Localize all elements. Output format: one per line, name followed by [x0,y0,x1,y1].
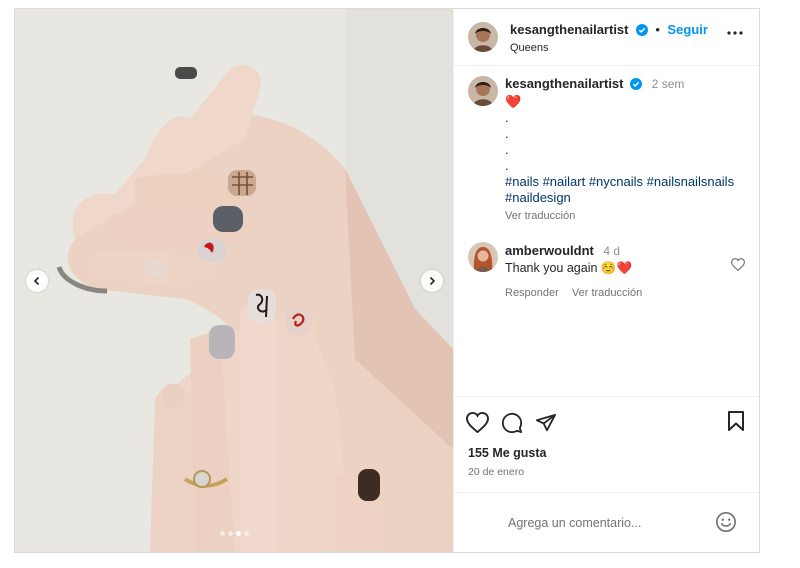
caption-emoji: ❤️ [505,94,522,109]
comment-reply-button[interactable]: Responder [505,287,559,299]
author-avatar[interactable] [468,22,498,52]
comment-icon [501,412,523,433]
caption-translate-link[interactable]: Ver traducción [505,208,745,224]
comment-input[interactable] [508,515,708,530]
chevron-left-icon [33,276,40,286]
comment-time[interactable]: 4 d [603,244,620,258]
follow-button[interactable]: Seguir [667,22,707,37]
separator: • [655,21,660,37]
carousel-prev-button[interactable] [26,270,48,292]
comment-text: Thank you again ☺️❤️ [505,261,633,275]
author-username[interactable]: kesangthenailartist [510,22,629,37]
share-button[interactable] [535,413,557,433]
post-actions [454,396,759,448]
caption-dot: . [505,142,509,157]
caption-dot: . [505,158,509,173]
post-side-panel: kesangthenailartist • Seguir Queens kesa… [453,9,759,552]
carousel-dot [243,531,249,536]
add-comment-bar [454,492,759,552]
caption-hashtags[interactable]: #nails #nailart #nycnails #nailsnailsnai… [505,174,745,206]
comment-translate-link[interactable]: Ver traducción [572,287,642,299]
carousel-dot [219,531,225,536]
post-location[interactable]: Queens [510,42,708,54]
caption-username[interactable]: kesangthenailartist [505,76,624,91]
carousel-dot [227,531,233,536]
commenter-avatar[interactable] [468,242,498,272]
post-photo [15,9,453,552]
caption-time[interactable]: 2 sem [652,77,685,91]
share-icon [536,413,556,431]
comment-button[interactable] [501,412,523,434]
bookmark-icon[interactable] [727,410,745,432]
comment-username[interactable]: amberwouldnt [505,243,594,258]
post-header: kesangthenailartist • Seguir Queens [454,9,759,66]
carousel-dot-active [235,531,241,536]
heart-icon [466,412,489,433]
emoji-icon[interactable] [715,511,737,533]
chevron-right-icon [429,276,436,286]
caption-dot: . [505,126,509,141]
like-count[interactable]: 155 Me gusta [454,446,759,460]
carousel-indicator [15,531,453,536]
comment-item: amberwouldnt 4 d Thank you again ☺️❤️ Re… [468,242,745,302]
post-modal: kesangthenailartist • Seguir Queens kesa… [14,8,760,553]
comment-like-icon[interactable] [731,258,745,271]
verified-badge-icon [635,23,648,36]
comments-section: kesangthenailartist 2 sem ❤️ . . . . #na… [454,66,759,396]
like-button[interactable] [466,412,489,433]
post-date[interactable]: 20 de enero [454,466,759,492]
caption: kesangthenailartist 2 sem ❤️ . . . . #na… [468,76,745,224]
carousel-next-button[interactable] [421,270,443,292]
more-options-icon[interactable] [727,31,743,35]
caption-dot: . [505,110,509,125]
verified-badge-icon [630,78,643,90]
author-avatar[interactable] [468,76,498,106]
post-media[interactable] [15,9,453,552]
caption-text: ❤️ . . . . #nails #nailart #nycnails #na… [505,94,745,206]
